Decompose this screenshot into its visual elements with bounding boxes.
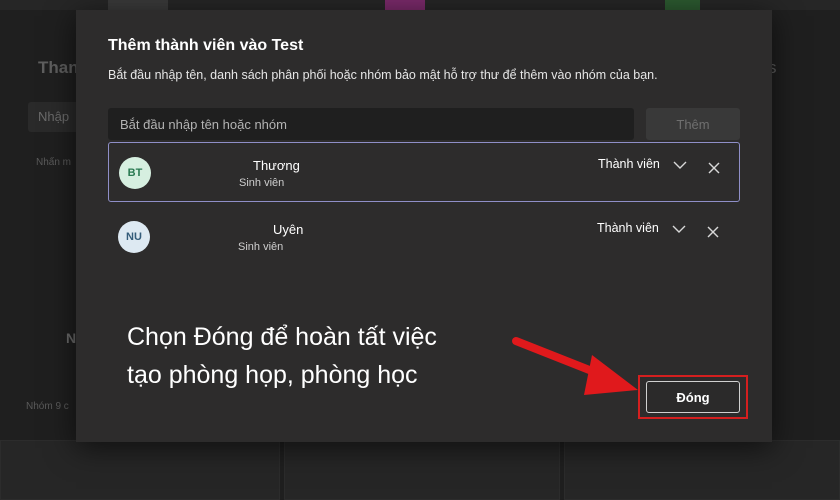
avatar: BT	[119, 157, 151, 189]
annotation-line-1: Chọn Đóng để hoàn tất việc	[127, 323, 437, 351]
member-subtitle: Sinh viên	[239, 177, 285, 189]
background-card	[284, 440, 560, 500]
background-card	[0, 440, 280, 500]
background-group-text: Nhóm 9 c	[26, 401, 69, 412]
background-card	[564, 440, 840, 500]
chevron-down-icon[interactable]	[672, 159, 688, 171]
dialog-description: Bắt đầu nhập tên, danh sách phân phối ho…	[108, 68, 658, 82]
close-icon[interactable]	[707, 226, 719, 238]
close-button[interactable]: Đóng	[646, 381, 740, 413]
role-dropdown[interactable]: Thành viên	[598, 157, 660, 171]
annotation-line-2: tạo phòng họp, phòng học	[127, 361, 418, 389]
member-search-input[interactable]	[108, 108, 634, 140]
member-row[interactable]: BT Thương Sinh viên Thành viên	[108, 142, 740, 202]
avatar: NU	[118, 221, 150, 253]
member-subtitle: Sinh viên	[238, 241, 284, 253]
background-hint: Nhấn m	[36, 157, 72, 168]
dialog-title: Thêm thành viên vào Test	[108, 37, 304, 54]
background-tile	[385, 0, 425, 10]
member-name: Uyên	[273, 222, 304, 237]
background-tile	[108, 0, 168, 10]
background-section-letter: N	[66, 330, 77, 346]
member-name: Thương	[253, 158, 300, 173]
member-row[interactable]: NU Uyên Sinh viên Thành viên	[108, 207, 740, 267]
add-button[interactable]: Thêm	[646, 108, 740, 140]
role-dropdown[interactable]: Thành viên	[597, 221, 659, 235]
close-button-highlight: Đóng	[638, 375, 748, 419]
chevron-down-icon[interactable]	[671, 223, 687, 235]
arrow-right-icon	[512, 337, 638, 395]
background-input-placeholder: Nhập	[38, 109, 70, 124]
annotation-text: Chọn Đóng để hoàn tất việc tạo phòng họp…	[127, 318, 437, 394]
background-tile	[665, 0, 700, 10]
close-icon[interactable]	[708, 162, 720, 174]
